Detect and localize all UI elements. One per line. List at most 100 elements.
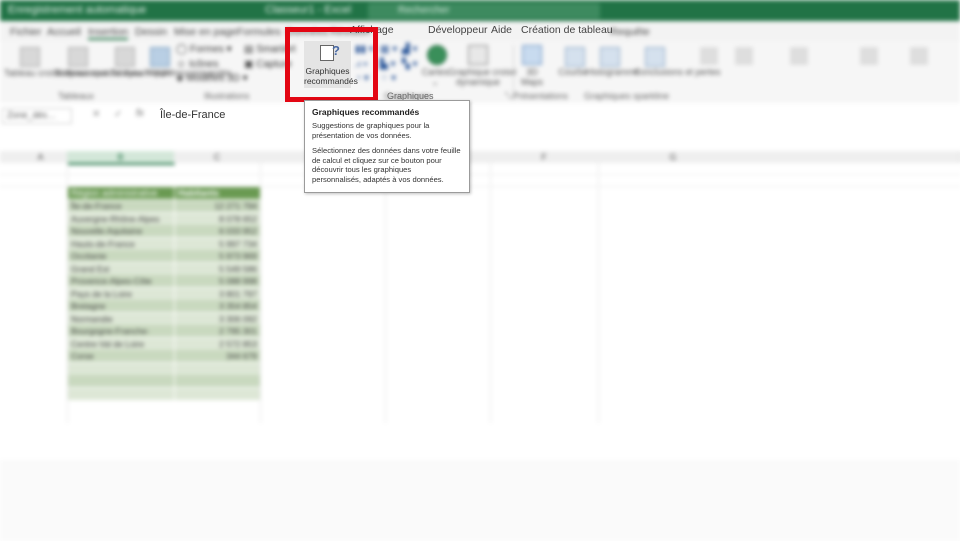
cell-region[interactable] (68, 388, 174, 400)
cell-habitants[interactable]: 5 997 734 (175, 238, 260, 250)
cell-region[interactable]: Normandie (68, 313, 174, 325)
insert-function-icon[interactable]: fx (136, 108, 144, 119)
search-box[interactable]: Rechercher (368, 3, 600, 19)
cell-habitants[interactable]: 12 271 794 (175, 200, 260, 212)
slicer-icon[interactable] (700, 47, 718, 65)
tooltip: Graphiques recommandés Suggestions de gr… (304, 100, 470, 193)
column-header-b[interactable]: B (67, 151, 175, 165)
formula-bar-area (0, 103, 960, 150)
confirm-icon[interactable]: ✓ (114, 109, 122, 120)
cell-habitants[interactable] (175, 363, 260, 375)
cell-habitants[interactable]: 8 078 652 (175, 213, 260, 225)
cell-region[interactable]: Corse (68, 350, 174, 362)
waterfall-chart-button[interactable]: ▙ ▾ (380, 59, 396, 70)
3d-maps-label-1: 3D (526, 67, 538, 77)
images-icon[interactable] (150, 47, 170, 67)
cell-region[interactable]: Grand Est (68, 263, 174, 275)
cube-icon: ◈ (176, 73, 187, 84)
tab-accueil[interactable]: Accueil (47, 26, 81, 38)
column-header-a[interactable]: A (14, 151, 68, 163)
column-header-f[interactable]: F (490, 151, 599, 163)
cell-region[interactable]: Île-de-France (68, 200, 174, 212)
tab-aide[interactable]: Aide (491, 24, 512, 36)
cell-habitants[interactable]: 2 572 853 (175, 338, 260, 350)
cell-region[interactable]: Provence-Alpes-Côte d'Azur (68, 275, 174, 298)
stat-chart-button[interactable]: ▚ ▾ (402, 59, 418, 70)
shapes-button[interactable]: ◯ Formes ▾ (176, 44, 232, 55)
symbol-icon[interactable] (910, 47, 928, 65)
cell-region[interactable] (68, 363, 174, 375)
cell-region[interactable]: Occitanie (68, 250, 174, 262)
cell-region[interactable]: Bretagne (68, 300, 174, 312)
sparkline-line-icon[interactable] (565, 47, 585, 67)
cell-region[interactable]: Pays de la Loire (68, 288, 174, 300)
cell-region[interactable]: Bourgogne-Franche-Comté (68, 325, 174, 348)
gridline (490, 163, 491, 423)
maps-chevron-icon: ⌄ (431, 77, 439, 87)
text-icon[interactable] (860, 47, 878, 65)
scatter-chart-button[interactable]: ⁘ ▾ (380, 73, 396, 84)
3d-maps-icon[interactable] (522, 45, 542, 65)
tab-fichier[interactable]: Fichier (10, 26, 42, 38)
cell-region[interactable]: Hauts-de-France (68, 238, 174, 250)
cell-habitants[interactable] (175, 375, 260, 387)
group-sparklines: Graphiques sparkline (584, 91, 670, 101)
pivot-chart-label-1: Graphique croisé (448, 67, 517, 77)
table-header-habitants[interactable]: Habitants (175, 187, 260, 199)
tab-formules[interactable]: Formules (237, 26, 281, 38)
tooltip-instructions: Sélectionnez des données dans votre feui… (312, 146, 461, 184)
sparkline-winloss-icon[interactable] (645, 47, 665, 67)
models3d-button[interactable]: ◈ Modèles 3D ▾ (176, 73, 248, 84)
gridline (385, 163, 386, 423)
pivot-table-icon[interactable] (20, 47, 40, 67)
cell-habitants[interactable] (175, 388, 260, 400)
pivot-chart-label-2: dynamique (455, 77, 501, 87)
status-area (0, 460, 960, 541)
cell-habitants[interactable]: 344 679 (175, 350, 260, 362)
charts-dialog-launcher-icon[interactable]: ⤡ (505, 91, 511, 101)
highlight-box (285, 27, 378, 102)
cell-habitants[interactable]: 5 549 586 (175, 263, 260, 275)
cell-region[interactable]: Centre-Val de Loire (68, 338, 174, 350)
cancel-icon[interactable]: ✕ (92, 109, 100, 120)
gridline (0, 174, 960, 175)
pivot-chart-icon[interactable] (468, 45, 488, 65)
cell-region[interactable]: Nouvelle-Aquitaine (68, 225, 174, 237)
column-header-c[interactable]: C (174, 151, 261, 163)
sparkline-column-icon[interactable] (600, 47, 620, 67)
cell-habitants[interactable]: 6 033 952 (175, 225, 260, 237)
hierarchy-chart-button[interactable]: ▦ ▾ (380, 44, 397, 55)
cell-habitants[interactable]: 3 354 854 (175, 300, 260, 312)
cell-habitants[interactable]: 3 306 092 (175, 313, 260, 325)
table-header-region[interactable]: Région administrative (68, 187, 174, 199)
cell-habitants[interactable]: 2 795 301 (175, 325, 260, 337)
tab-insertion[interactable]: Insertion (88, 26, 129, 40)
autosave-label[interactable]: Enregistrement automatique (8, 4, 146, 16)
cell-region[interactable] (68, 375, 174, 387)
tab-dessin[interactable]: Dessin (135, 26, 167, 38)
maps-globe-icon[interactable] (427, 45, 447, 65)
formula-value[interactable]: Île-de-France (160, 109, 225, 121)
link-icon[interactable] (790, 47, 808, 65)
table-icon[interactable] (115, 47, 135, 67)
models3d-label: Modèles 3D (186, 73, 240, 84)
combo-chart-button[interactable]: ▟ ▾ (402, 44, 418, 55)
tab-creation-tableau[interactable]: Création de tableau (521, 24, 613, 36)
images-label: Images (145, 67, 175, 77)
cell-habitants[interactable]: 5 973 969 (175, 250, 260, 262)
select-all-corner[interactable] (0, 151, 15, 163)
column-header-g[interactable]: G (598, 151, 749, 163)
tab-developpeur-label: Développeur (428, 24, 488, 36)
tab-developpeur[interactable]: Développeur (428, 24, 488, 36)
cell-habitants[interactable]: 5 088 998 (175, 275, 260, 287)
tooltip-title: Graphiques recommandés (312, 107, 420, 117)
icons-icon: ☺ (176, 59, 189, 70)
tab-mise-en-page[interactable]: Mise en page (174, 26, 237, 38)
recommended-pivot-icon[interactable] (68, 47, 88, 67)
name-box[interactable]: Zone_dés… (2, 108, 72, 124)
icons-button[interactable]: ☺ Icônes (176, 59, 218, 70)
timeline-icon[interactable] (735, 47, 753, 65)
cell-region[interactable]: Auvergne-Rhône-Alpes (68, 213, 174, 225)
cell-habitants[interactable]: 3 801 797 (175, 288, 260, 300)
tab-requete[interactable]: Requête (610, 26, 650, 38)
